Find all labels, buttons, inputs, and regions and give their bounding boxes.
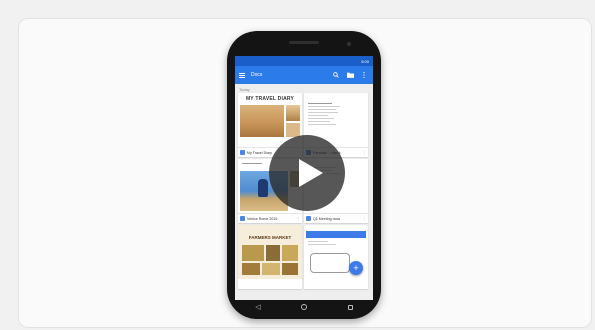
document-heading: MY TRAVEL DIARY xyxy=(245,96,295,102)
text-lines xyxy=(308,103,348,127)
market-photo xyxy=(262,263,280,275)
document-type-icon xyxy=(306,216,311,221)
toolbar-title: Docs xyxy=(251,72,263,78)
document-thumbnail: FARMERS MARKET xyxy=(238,225,302,289)
document-thumbnail xyxy=(304,225,368,289)
status-bar: 5:00 xyxy=(235,56,373,66)
document-name: Venice Rome 2015 xyxy=(247,216,278,221)
market-photo xyxy=(242,263,260,275)
market-photo xyxy=(282,245,298,261)
document-heading: FARMERS MARKET xyxy=(248,235,292,240)
market-photo xyxy=(266,245,280,261)
more-vert-icon[interactable] xyxy=(359,70,369,80)
play-icon xyxy=(299,159,323,187)
phone-speaker xyxy=(289,41,319,44)
app-toolbar: Docs xyxy=(235,66,373,84)
add-icon[interactable]: + xyxy=(349,261,363,275)
document-card[interactable] xyxy=(304,225,368,289)
document-name: Q1 Meeting docs xyxy=(313,216,341,221)
play-button[interactable] xyxy=(269,135,345,211)
more-vert-icon[interactable]: ⋮ xyxy=(362,216,366,221)
desert-photo xyxy=(240,105,284,137)
person-figure xyxy=(258,179,268,197)
recents-icon[interactable] xyxy=(347,304,353,310)
more-vert-icon[interactable]: ⋮ xyxy=(296,216,300,221)
market-photo xyxy=(242,245,264,261)
document-footer: Q1 Meeting docs ⋮ xyxy=(304,213,368,223)
search-icon[interactable] xyxy=(331,70,341,80)
android-nav-bar: ◁ xyxy=(235,300,373,314)
folder-icon[interactable] xyxy=(345,70,355,80)
document-type-icon xyxy=(240,216,245,221)
back-icon[interactable]: ◁ xyxy=(255,303,260,311)
highlight-bar xyxy=(306,231,366,238)
phone-camera xyxy=(347,42,351,46)
document-type-icon xyxy=(240,150,245,155)
market-photo xyxy=(282,263,298,275)
more-vert-icon[interactable]: ⋮ xyxy=(362,150,366,155)
home-icon[interactable] xyxy=(301,304,308,310)
document-footer: Venice Rome 2015 ⋮ xyxy=(238,213,302,223)
menu-icon[interactable] xyxy=(239,72,245,78)
sketch-drawing xyxy=(310,253,350,273)
document-card[interactable]: FARMERS MARKET xyxy=(238,225,302,289)
section-label-today: Today xyxy=(239,87,250,92)
photo-thumb xyxy=(286,105,300,121)
status-time: 5:00 xyxy=(361,59,369,64)
text-lines xyxy=(308,241,348,247)
